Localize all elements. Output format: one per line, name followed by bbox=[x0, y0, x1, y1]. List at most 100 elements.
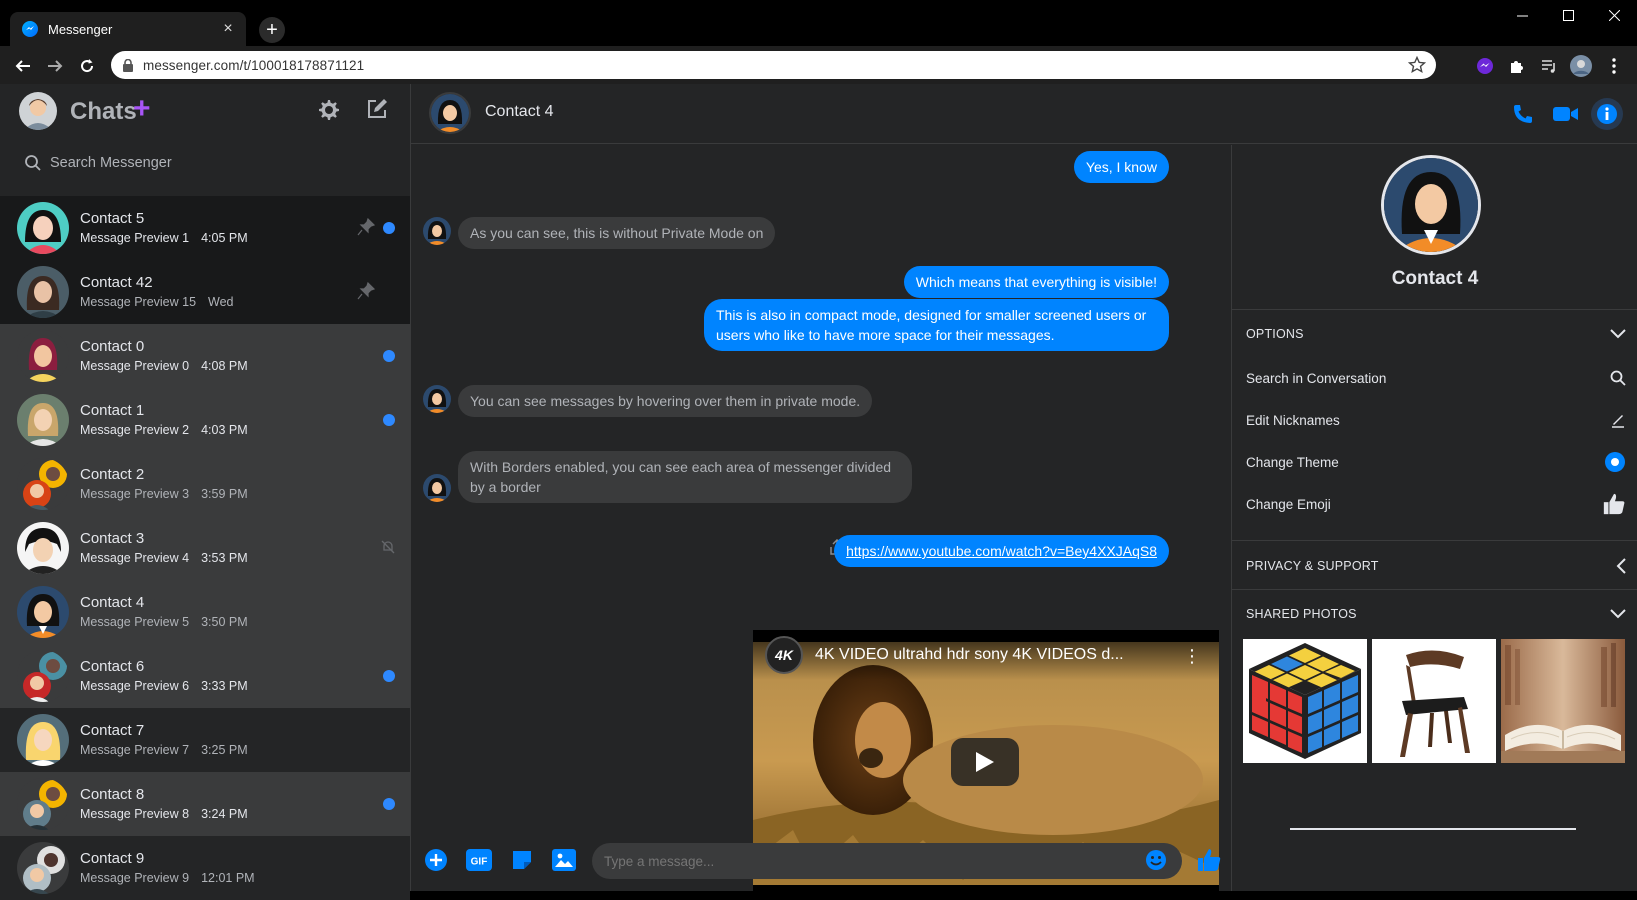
back-arrow-icon[interactable] bbox=[12, 55, 34, 77]
contact-avatar bbox=[17, 330, 69, 382]
photo-attach-icon[interactable] bbox=[549, 845, 579, 875]
window-minimize-button[interactable] bbox=[1499, 0, 1545, 30]
media-queue-icon[interactable] bbox=[1538, 55, 1560, 77]
contact-avatar bbox=[17, 266, 69, 318]
contact-row[interactable]: Contact 3 Message Preview 4 3:53 PM bbox=[0, 516, 410, 580]
contact-row[interactable]: Contact 1 Message Preview 2 4:03 PM bbox=[0, 388, 410, 452]
contact-row[interactable]: Contact 7 Message Preview 7 3:25 PM bbox=[0, 708, 410, 772]
window-maximize-button[interactable] bbox=[1545, 0, 1591, 30]
contact-row[interactable]: Contact 6 Message Preview 6 3:33 PM bbox=[0, 644, 410, 708]
video-call-icon[interactable] bbox=[1552, 100, 1580, 128]
message-bubble-outgoing[interactable]: Yes, I know bbox=[1073, 151, 1169, 183]
video-title[interactable]: 4K VIDEO ultrahd hdr sony 4K VIDEOS d... bbox=[815, 646, 1124, 664]
profile-avatar[interactable] bbox=[1381, 155, 1481, 255]
chevron-left-icon bbox=[1616, 558, 1626, 574]
browser-menu-icon[interactable] bbox=[1603, 55, 1625, 77]
bookmark-star-icon[interactable] bbox=[1408, 56, 1426, 74]
contact-avatar bbox=[17, 522, 69, 574]
svg-text:GIF: GIF bbox=[471, 857, 488, 868]
photos-scrollbar[interactable] bbox=[1290, 828, 1576, 830]
contact-preview: Message Preview 8 3:24 PM bbox=[80, 807, 248, 821]
forward-arrow-icon[interactable] bbox=[44, 55, 66, 77]
chats-title: Chats bbox=[70, 98, 137, 125]
contact-row[interactable]: Contact 8 Message Preview 8 3:24 PM bbox=[0, 772, 410, 836]
emoji-icon[interactable] bbox=[1145, 849, 1167, 871]
contact-name: Contact 9 bbox=[80, 850, 145, 867]
contact-row[interactable]: Contact 0 Message Preview 0 4:08 PM bbox=[0, 324, 410, 388]
reload-icon[interactable] bbox=[76, 55, 98, 77]
contact-row[interactable]: Contact 42 Message Preview 15 Wed bbox=[0, 260, 410, 324]
divider bbox=[1232, 309, 1637, 310]
tab-close-icon[interactable]: × bbox=[218, 19, 238, 39]
muted-bell-icon[interactable] bbox=[381, 540, 395, 554]
conversation-avatar[interactable] bbox=[429, 92, 471, 134]
conversation-info-icon[interactable] bbox=[1591, 98, 1623, 130]
shared-photos-section-header[interactable]: SHARED PHOTOS bbox=[1246, 603, 1626, 625]
pin-icon[interactable] bbox=[357, 282, 375, 300]
option-change-theme[interactable]: Change Theme bbox=[1246, 450, 1626, 474]
shared-photo-rubiks-cube[interactable] bbox=[1243, 639, 1367, 763]
contact-name: Contact 2 bbox=[80, 466, 145, 483]
chat-list-sidebar: Chats + Search Messenger Contact 5 Messa… bbox=[0, 84, 411, 900]
contact-avatar bbox=[17, 714, 69, 766]
unread-dot bbox=[383, 222, 395, 234]
more-actions-plus-icon[interactable] bbox=[421, 845, 451, 875]
phone-call-icon[interactable] bbox=[1509, 100, 1537, 128]
extension-messenger-icon[interactable] bbox=[1474, 55, 1496, 77]
conversation-pane: Contact 4 Yes, I know As you can see, th… bbox=[411, 84, 1637, 892]
sticker-icon[interactable] bbox=[507, 845, 537, 875]
gif-icon[interactable]: GIF bbox=[464, 845, 494, 875]
option-edit-nicknames[interactable]: Edit Nicknames bbox=[1246, 408, 1626, 432]
message-bubble-incoming[interactable]: You can see messages by hovering over th… bbox=[458, 385, 873, 417]
contact-avatar bbox=[17, 842, 69, 894]
thumbs-up-send-icon[interactable] bbox=[1194, 845, 1224, 875]
message-bubble-outgoing[interactable]: This is also in compact mode, designed f… bbox=[704, 299, 1169, 351]
channel-badge[interactable]: 4K bbox=[765, 636, 803, 674]
browser-tab[interactable]: Messenger × bbox=[10, 12, 246, 46]
privacy-support-section-header[interactable]: PRIVACY & SUPPORT bbox=[1246, 555, 1626, 577]
option-change-emoji[interactable]: Change Emoji bbox=[1246, 492, 1626, 516]
contact-avatar bbox=[17, 778, 69, 830]
contact-avatar bbox=[17, 202, 69, 254]
extensions-puzzle-icon[interactable] bbox=[1506, 55, 1528, 77]
contact-name: Contact 1 bbox=[80, 402, 145, 419]
options-section-header[interactable]: OPTIONS bbox=[1246, 323, 1626, 345]
sidebar-header: Chats + Search Messenger bbox=[0, 84, 410, 194]
contact-row[interactable]: Contact 9 Message Preview 9 12:01 PM bbox=[0, 836, 410, 900]
pin-icon[interactable] bbox=[357, 218, 375, 236]
compose-message-icon[interactable] bbox=[366, 98, 388, 120]
profile-avatar-icon[interactable] bbox=[1570, 55, 1592, 77]
video-title-bar: 4K 4K VIDEO ultrahd hdr sony 4K VIDEOS d… bbox=[753, 630, 1219, 680]
window-close-button[interactable] bbox=[1591, 0, 1637, 30]
contact-preview: Message Preview 2 4:03 PM bbox=[80, 423, 248, 437]
contact-name: Contact 8 bbox=[80, 786, 145, 803]
settings-gear-icon[interactable] bbox=[316, 98, 340, 122]
shared-photo-chair[interactable] bbox=[1372, 639, 1496, 763]
contact-list: Contact 5 Message Preview 1 4:05 PM Conta… bbox=[0, 196, 410, 900]
shared-photo-open-book[interactable] bbox=[1501, 639, 1625, 763]
contact-preview: Message Preview 15 Wed bbox=[80, 295, 234, 309]
contact-row[interactable]: Contact 2 Message Preview 3 3:59 PM bbox=[0, 452, 410, 516]
divider bbox=[1232, 589, 1637, 590]
search-messenger-input[interactable]: Search Messenger bbox=[24, 146, 394, 180]
video-menu-icon[interactable]: ⋮ bbox=[1183, 646, 1201, 667]
contact-row[interactable]: Contact 4 Message Preview 5 3:50 PM bbox=[0, 580, 410, 644]
message-bubble-incoming[interactable]: As you can see, this is without Private … bbox=[458, 217, 776, 249]
option-search-in-conversation[interactable]: Search in Conversation bbox=[1246, 366, 1626, 390]
message-bubble-outgoing[interactable]: Which means that everything is visible! bbox=[903, 266, 1169, 298]
message-composer: GIF bbox=[411, 829, 1231, 891]
message-link-bubble[interactable]: https://www.youtube.com/watch?v=Bey4XXJA… bbox=[834, 535, 1169, 567]
contact-preview: Message Preview 4 3:53 PM bbox=[80, 551, 248, 565]
new-chat-plus-icon[interactable]: + bbox=[133, 94, 151, 124]
profile-name: Contact 4 bbox=[1391, 268, 1479, 289]
message-bubble-incoming[interactable]: With Borders enabled, you can see each a… bbox=[458, 451, 912, 503]
browser-titlebar: Messenger × + bbox=[0, 0, 1637, 46]
play-button-icon[interactable] bbox=[951, 738, 1019, 786]
address-bar[interactable]: messenger.com/t/100018178871121 bbox=[111, 51, 1436, 79]
contact-preview: Message Preview 3 3:59 PM bbox=[80, 487, 248, 501]
my-avatar[interactable] bbox=[19, 92, 57, 130]
message-input[interactable] bbox=[592, 843, 1182, 879]
contact-row[interactable]: Contact 5 Message Preview 1 4:05 PM bbox=[0, 196, 410, 260]
sender-avatar bbox=[423, 474, 451, 502]
new-tab-button[interactable]: + bbox=[259, 17, 285, 43]
